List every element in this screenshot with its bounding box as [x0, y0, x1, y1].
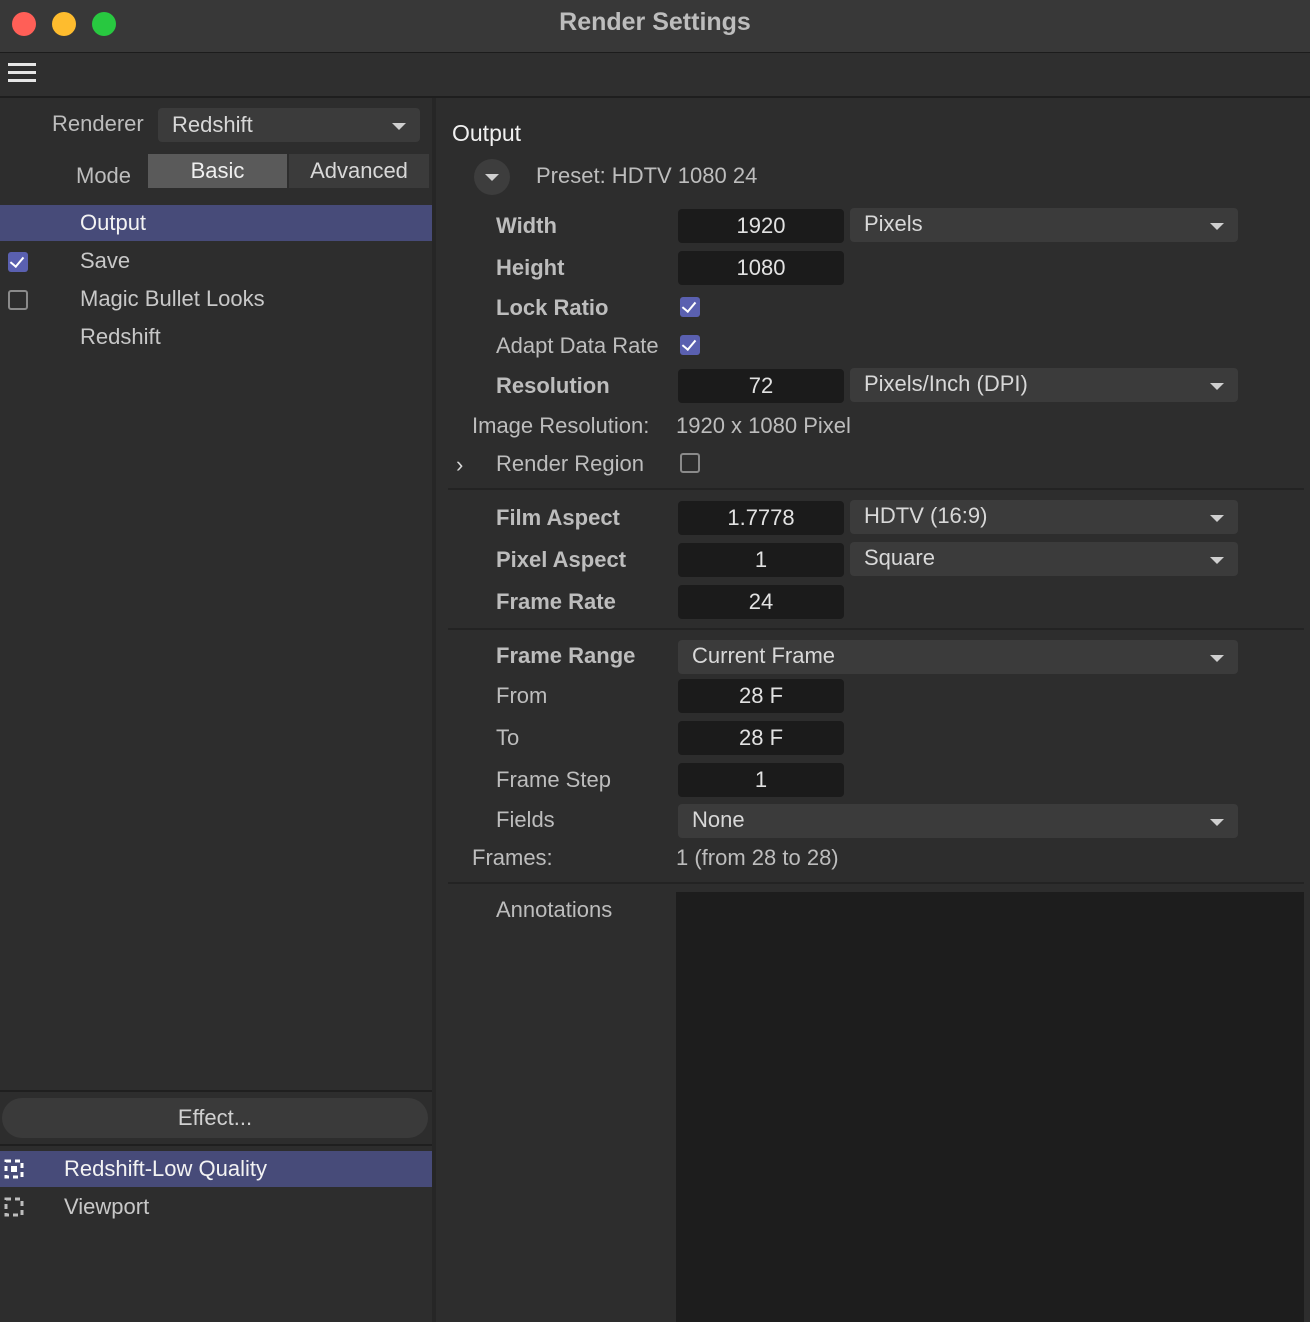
render-setting-viewport[interactable]: Viewport: [0, 1189, 432, 1225]
resolution-field[interactable]: 72: [678, 369, 844, 403]
chevron-down-icon: [1210, 223, 1224, 230]
renderer-dropdown[interactable]: Redshift: [158, 108, 420, 142]
hamburger-icon[interactable]: [8, 63, 36, 85]
lock-ratio-checkbox[interactable]: [680, 297, 700, 317]
effect-button[interactable]: Effect...: [2, 1098, 428, 1138]
chevron-right-icon[interactable]: ›: [456, 452, 476, 477]
frame-range-label: Frame Range: [496, 643, 636, 668]
resolution-unit-dropdown[interactable]: Pixels/Inch (DPI): [850, 368, 1238, 402]
adapt-data-rate-checkbox[interactable]: [680, 335, 700, 355]
nav-item-label: Save: [80, 248, 131, 273]
nav-item-label: Output: [80, 210, 147, 235]
film-aspect-label: Film Aspect: [496, 505, 620, 530]
mode-label: Mode: [76, 163, 132, 188]
render-setting-label: Redshift-Low Quality: [64, 1156, 267, 1181]
pixel-aspect-field[interactable]: 1: [678, 543, 844, 577]
image-resolution-value: 1920 x 1080 Pixel: [676, 413, 851, 438]
preset-label: Preset: HDTV 1080 24: [536, 163, 758, 188]
pixel-aspect-dropdown[interactable]: Square: [850, 542, 1238, 576]
frames-label: Frames:: [472, 845, 553, 870]
nav-item-label: Redshift: [80, 324, 161, 349]
width-unit-value: Pixels: [864, 211, 923, 236]
fields-value: None: [692, 807, 745, 832]
film-aspect-preset: HDTV (16:9): [864, 503, 988, 528]
render-region-label: Render Region: [496, 451, 644, 476]
chevron-down-icon: [1210, 515, 1224, 522]
nav-item-label: Magic Bullet Looks: [80, 286, 265, 311]
nav-item-save[interactable]: Save: [0, 243, 432, 279]
frame-rate-label: Frame Rate: [496, 589, 616, 614]
left-separator: [0, 1090, 432, 1092]
film-aspect-field[interactable]: 1.7778: [678, 501, 844, 535]
section-heading: Output: [452, 120, 522, 146]
chevron-down-icon: [1210, 383, 1224, 390]
nav-item-output[interactable]: Output: [0, 205, 432, 241]
magic-bullet-enable-checkbox[interactable]: [8, 290, 28, 310]
chevron-down-icon: [1210, 655, 1224, 662]
pixel-aspect-label: Pixel Aspect: [496, 547, 627, 572]
tab-basic[interactable]: Basic: [148, 154, 287, 188]
nav-item-redshift[interactable]: Redshift: [0, 319, 432, 355]
frame-step-field[interactable]: 1: [678, 763, 844, 797]
lock-ratio-label: Lock Ratio: [496, 295, 609, 320]
width-field[interactable]: 1920: [678, 209, 844, 243]
from-label: From: [496, 683, 548, 708]
annotations-label: Annotations: [496, 897, 613, 922]
section-separator: [448, 488, 1304, 490]
frame-rate-field[interactable]: 24: [678, 585, 844, 619]
resolution-unit-value: Pixels/Inch (DPI): [864, 371, 1028, 396]
frames-value: 1 (from 28 to 28): [676, 845, 839, 870]
height-field[interactable]: 1080: [678, 251, 844, 285]
tab-advanced[interactable]: Advanced: [289, 154, 429, 188]
adapt-data-rate-label: Adapt Data Rate: [496, 333, 659, 358]
from-field[interactable]: 28 F: [678, 679, 844, 713]
pixel-aspect-preset: Square: [864, 545, 935, 570]
annotations-textarea[interactable]: [676, 892, 1304, 1322]
dashed-square-icon: [4, 1159, 24, 1179]
fields-dropdown[interactable]: None: [678, 804, 1238, 838]
renderer-label: Renderer: [52, 111, 144, 136]
chevron-down-icon: [1210, 557, 1224, 564]
chevron-down-icon[interactable]: [474, 159, 510, 195]
window-title: Render Settings: [559, 8, 751, 36]
image-resolution-label: Image Resolution:: [472, 413, 650, 438]
toolbar: [0, 53, 1310, 98]
nav-item-magic-bullet-looks[interactable]: Magic Bullet Looks: [0, 281, 432, 317]
section-separator: [448, 882, 1304, 884]
width-unit-dropdown[interactable]: Pixels: [850, 208, 1238, 242]
frame-step-label: Frame Step: [496, 767, 611, 792]
render-setting-label: Viewport: [64, 1194, 150, 1219]
left-separator: [0, 1144, 432, 1146]
save-enable-checkbox[interactable]: [8, 252, 28, 272]
dashed-square-icon: [4, 1197, 24, 1217]
frame-range-dropdown[interactable]: Current Frame: [678, 640, 1238, 674]
fields-label: Fields: [496, 807, 555, 832]
render-setting-redshift-low-quality[interactable]: Redshift-Low Quality: [0, 1151, 432, 1187]
renderer-value: Redshift: [172, 112, 253, 137]
width-label: Width: [496, 213, 557, 238]
chevron-down-icon: [1210, 819, 1224, 826]
frame-range-value: Current Frame: [692, 643, 836, 668]
chevron-down-icon: [392, 123, 406, 130]
render-region-checkbox[interactable]: [680, 453, 700, 473]
to-label: To: [496, 725, 520, 750]
height-label: Height: [496, 255, 565, 280]
section-separator: [448, 628, 1304, 630]
film-aspect-dropdown[interactable]: HDTV (16:9): [850, 500, 1238, 534]
resolution-label: Resolution: [496, 373, 610, 398]
to-field[interactable]: 28 F: [678, 721, 844, 755]
